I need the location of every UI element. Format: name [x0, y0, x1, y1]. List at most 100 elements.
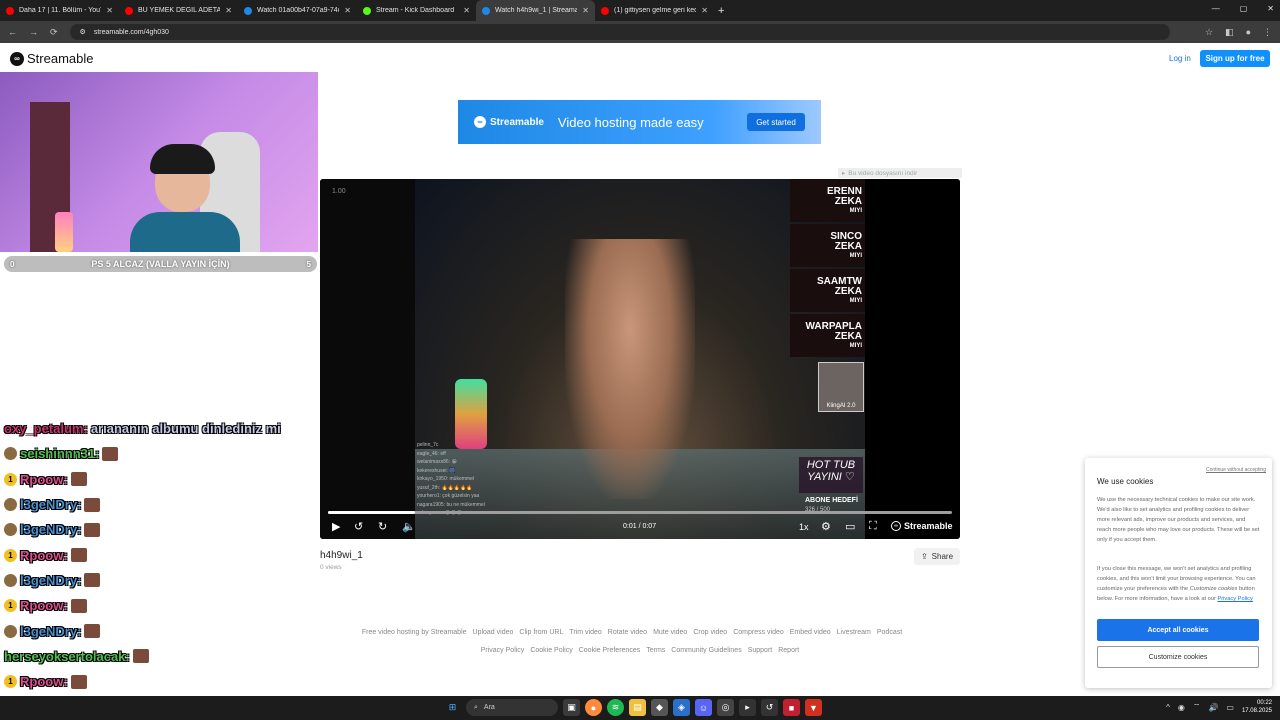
extensions-icon[interactable]: ◧	[1225, 27, 1234, 38]
tab-close-icon[interactable]: ✕	[463, 6, 470, 15]
browser-tab[interactable]: Stream - Kick Dashboard ✕	[357, 0, 476, 21]
video-views: 0 views	[320, 564, 342, 571]
footer-link[interactable]: Compress video	[733, 629, 784, 636]
volume-icon[interactable]: 🔈	[402, 520, 416, 533]
footer-link[interactable]: Mute video	[653, 629, 687, 636]
chat-emote-icon	[84, 497, 101, 512]
url-input[interactable]: ⚙ streamable.com/4gh030	[69, 24, 1170, 40]
tab-close-icon[interactable]: ✕	[225, 6, 232, 15]
app-icon-4[interactable]: ↺	[761, 699, 778, 716]
tab-close-icon[interactable]: ✕	[106, 6, 113, 15]
discord-icon[interactable]: ☺	[695, 699, 712, 716]
footer-link[interactable]: Embed video	[790, 629, 831, 636]
reload-icon[interactable]: ⟳	[50, 27, 58, 38]
chrome-icon[interactable]: ●	[585, 699, 602, 716]
tray-app-icon[interactable]: ◉	[1178, 703, 1185, 712]
maximize-icon[interactable]: ▢	[1240, 4, 1248, 13]
forward-icon[interactable]: ↻	[378, 520, 387, 533]
video-player[interactable]: 1.00 ERENN ZEKA MIYI SINCO ZEKA MIYI SAAMTW ZEK…	[320, 179, 960, 539]
video-chat-line: eagle_46: eff	[417, 450, 446, 457]
footer-link[interactable]: Upload video	[473, 629, 514, 636]
footer-link[interactable]: Cookie Preferences	[579, 647, 640, 654]
battery-icon[interactable]: ▭	[1226, 703, 1234, 712]
browser-tab[interactable]: Watch h4h9wi_1 | Streamable ✕	[476, 0, 595, 21]
ad-banner[interactable]: ∞ Streamable Video hosting made easy Get…	[458, 100, 821, 144]
footer-link[interactable]: Rotate video	[608, 629, 647, 636]
site-info-icon[interactable]: ⚙	[80, 28, 86, 36]
footer-link[interactable]: Trim video	[569, 629, 601, 636]
continue-without-accepting-link[interactable]: Continue without accepting	[1206, 467, 1266, 473]
time-display: 0:01 / 0:07	[623, 523, 657, 530]
chat-line: 1 Rpoow:	[4, 542, 314, 567]
app-icon-3[interactable]: ◎	[717, 699, 734, 716]
rewind-icon[interactable]: ↺	[354, 520, 363, 533]
forward-icon[interactable]: →	[29, 27, 38, 37]
wifi-icon[interactable]: ⌔	[1193, 702, 1201, 712]
footer-link[interactable]: Terms	[646, 647, 665, 654]
video-title: h4h9wi_1	[320, 550, 363, 561]
footer-link[interactable]: Support	[748, 647, 773, 654]
login-link[interactable]: Log in	[1169, 54, 1191, 63]
download-video-link[interactable]: ▸ Bu video dosyasını indir	[838, 168, 962, 178]
task-view-icon[interactable]: ▣	[563, 699, 580, 716]
taskbar-clock[interactable]: 00:22 17.08.2025	[1242, 699, 1272, 715]
fullscreen-icon[interactable]: ⛶	[869, 520, 877, 533]
signup-button[interactable]: Sign up for free	[1200, 50, 1270, 67]
tab-favicon-icon	[363, 6, 371, 15]
menu-icon[interactable]: ⋮	[1263, 27, 1272, 38]
footer-link[interactable]: Crop video	[693, 629, 727, 636]
tab-close-icon[interactable]: ✕	[701, 6, 708, 15]
player-brand[interactable]: ∞ Streamable	[891, 521, 953, 531]
tray-chevron-icon[interactable]: ^	[1166, 703, 1170, 712]
taskbar-search[interactable]: ⌕ Ara	[466, 699, 558, 716]
close-window-icon[interactable]: ✕	[1267, 4, 1274, 13]
footer-link[interactable]: Livestream	[837, 629, 871, 636]
browser-tab[interactable]: Watch 01a00b47-07a9-74d5-8 ✕	[238, 0, 357, 21]
sub-badge-icon: 1	[4, 548, 17, 562]
footer-link[interactable]: Report	[778, 647, 799, 654]
spotify-icon[interactable]: ≋	[607, 699, 624, 716]
app-icon-2[interactable]: ◈	[673, 699, 690, 716]
footer-link[interactable]: Community Guidelines	[671, 647, 741, 654]
brave-icon[interactable]: ▼	[805, 699, 822, 716]
bookmark-star-icon[interactable]: ☆	[1205, 27, 1213, 38]
minimize-icon[interactable]: —	[1212, 4, 1220, 13]
browser-tab[interactable]: BU YEMEK DEĞİL ADETA ŞÖLEN ✕	[119, 0, 238, 21]
privacy-policy-link[interactable]: Privacy Policy	[1217, 596, 1252, 602]
miniplayer-icon[interactable]: ▭	[845, 520, 855, 533]
footer-link[interactable]: Cookie Policy	[530, 647, 572, 654]
footer-link[interactable]: Privacy Policy	[481, 647, 525, 654]
footer-link[interactable]: Free video hosting by Streamable	[362, 629, 467, 636]
play-icon[interactable]: ▶	[332, 520, 340, 533]
tab-close-icon[interactable]: ✕	[582, 6, 589, 15]
footer-link[interactable]: Podcast	[877, 629, 902, 636]
playback-speed[interactable]: 1x	[799, 522, 809, 532]
terminal-icon[interactable]: ▸	[739, 699, 756, 716]
profile-icon[interactable]: ●	[1246, 27, 1251, 38]
share-icon: ⇪	[920, 552, 928, 561]
progress-bar[interactable]	[328, 511, 952, 514]
start-icon[interactable]: ⊞	[444, 699, 461, 716]
share-button[interactable]: ⇪ Share	[914, 548, 960, 565]
panel-miyi: MIYI	[849, 252, 862, 259]
new-tab-icon[interactable]: +	[718, 5, 724, 17]
app-icon-1[interactable]: ◆	[651, 699, 668, 716]
app-icon-5[interactable]: ■	[783, 699, 800, 716]
accept-all-cookies-button[interactable]: Accept all cookies	[1097, 619, 1259, 641]
video-side-panels: ERENN ZEKA MIYI SINCO ZEKA MIYI SAAMTW ZEKA MIYI…	[790, 179, 865, 359]
tab-close-icon[interactable]: ✕	[344, 6, 351, 15]
settings-gear-icon[interactable]: ⚙	[821, 520, 831, 533]
back-icon[interactable]: ←	[8, 27, 17, 37]
ad-get-started-button[interactable]: Get started	[747, 113, 805, 131]
browser-tab[interactable]: (1) gittiysen gelme geri kedi 1 ✕	[595, 0, 714, 21]
speaker-icon[interactable]: 🔊	[1208, 703, 1218, 712]
footer-link[interactable]: Clip from URL	[519, 629, 563, 636]
panel-miyi: MIYI	[849, 297, 862, 304]
browser-tab[interactable]: Daha 17 | 11. Bölüm - YouTube ✕	[0, 0, 119, 21]
user-badge-icon	[4, 447, 17, 461]
ad-logo-icon: ∞	[474, 116, 486, 128]
streamable-logo[interactable]: ∞ Streamable	[10, 51, 93, 66]
customize-cookies-button[interactable]: Customize cookies	[1097, 646, 1259, 668]
file-explorer-icon[interactable]: ▤	[629, 699, 646, 716]
chat-username: Rpoow:	[20, 674, 68, 690]
